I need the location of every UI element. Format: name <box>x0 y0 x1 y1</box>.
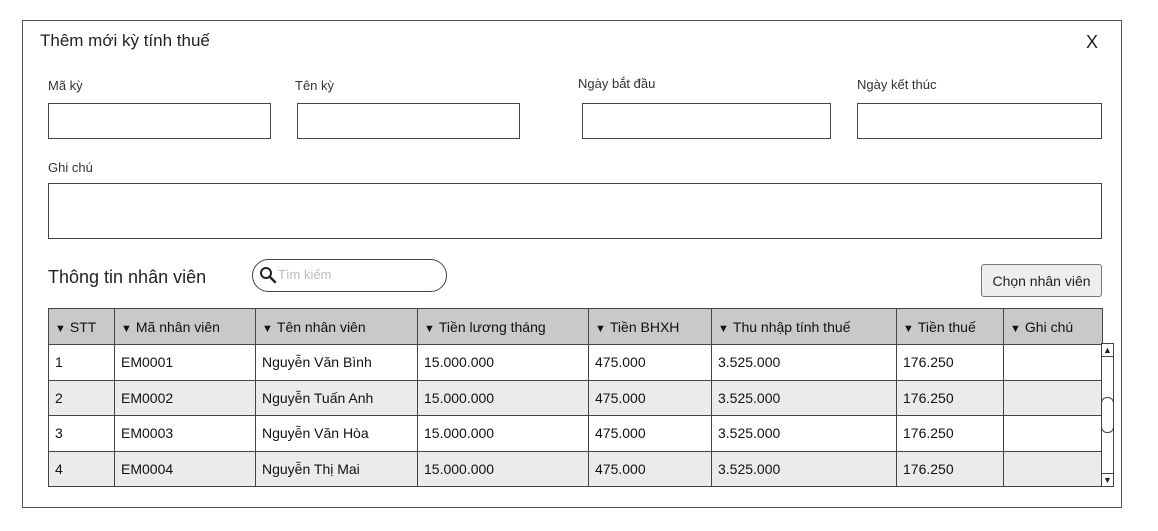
sort-arrow-icon: ▼ <box>55 322 66 335</box>
cell-employee-name: Nguyễn Tuấn Anh <box>255 380 418 416</box>
sort-arrow-icon: ▼ <box>424 322 435 335</box>
cell-stt: 4 <box>48 451 115 487</box>
sort-arrow-icon: ▼ <box>718 322 729 335</box>
search-placeholder: Tìm kiếm <box>278 267 332 282</box>
column-header-stt[interactable]: ▼ STT <box>48 308 115 345</box>
cell-note <box>1003 451 1103 487</box>
cell-tax-amount: 176.250 <box>896 451 1004 487</box>
cell-note <box>1003 380 1103 416</box>
period-name-label: Tên kỳ <box>295 78 335 93</box>
sort-arrow-icon: ▼ <box>903 322 914 335</box>
cell-social-insurance: 475.000 <box>588 344 712 381</box>
cell-tax-amount: 176.250 <box>896 415 1004 452</box>
employee-table: ▼ STT ▼ Mã nhân viên ▼ Tên nhân viên ▼ Tiền … <box>48 308 1103 487</box>
cell-monthly-salary: 15.000.000 <box>417 415 589 452</box>
cell-taxable-income: 3.525.000 <box>711 344 897 381</box>
table-row[interactable]: 4 EM0004 Nguyễn Thị Mai 15.000.000 475.0… <box>48 451 1103 487</box>
cell-tax-amount: 176.250 <box>896 380 1004 416</box>
column-header-monthly-salary[interactable]: ▼ Tiền lương tháng <box>417 308 589 345</box>
cell-employee-name: Nguyễn Thị Mai <box>255 451 418 487</box>
start-date-label: Ngày bắt đầu <box>578 76 656 91</box>
add-tax-period-dialog: Thêm mới kỳ tính thuế X Mã kỳ Tên kỳ Ngà… <box>22 20 1122 508</box>
cell-employee-code: EM0002 <box>114 380 256 416</box>
cell-employee-name: Nguyễn Văn Hòa <box>255 415 418 452</box>
cell-stt: 3 <box>48 415 115 452</box>
period-name-input[interactable] <box>297 103 520 139</box>
scroll-down-icon[interactable]: ▼ <box>1102 473 1113 486</box>
cell-taxable-income: 3.525.000 <box>711 380 897 416</box>
table-scrollbar[interactable]: ▲ ▼ <box>1101 343 1114 487</box>
end-date-input[interactable] <box>857 103 1102 139</box>
close-button[interactable]: X <box>1086 32 1098 53</box>
table-header-row: ▼ STT ▼ Mã nhân viên ▼ Tên nhân viên ▼ Tiền … <box>48 308 1103 345</box>
cell-monthly-salary: 15.000.000 <box>417 451 589 487</box>
cell-taxable-income: 3.525.000 <box>711 451 897 487</box>
table-row[interactable]: 2 EM0002 Nguyễn Tuấn Anh 15.000.000 475.… <box>48 380 1103 416</box>
column-header-employee-name[interactable]: ▼ Tên nhân viên <box>255 308 418 345</box>
sort-arrow-icon: ▼ <box>1010 322 1021 335</box>
column-header-employee-code[interactable]: ▼ Mã nhân viên <box>114 308 256 345</box>
cell-taxable-income: 3.525.000 <box>711 415 897 452</box>
cell-tax-amount: 176.250 <box>896 344 1004 381</box>
start-date-input[interactable] <box>582 103 831 139</box>
employee-search-input[interactable]: Tìm kiếm <box>252 259 447 292</box>
cell-monthly-salary: 15.000.000 <box>417 344 589 381</box>
cell-employee-name: Nguyễn Văn Bình <box>255 344 418 381</box>
note-textarea[interactable] <box>48 183 1102 239</box>
cell-stt: 1 <box>48 344 115 381</box>
table-row[interactable]: 3 EM0003 Nguyễn Văn Hòa 15.000.000 475.0… <box>48 415 1103 452</box>
sort-arrow-icon: ▼ <box>121 322 132 335</box>
search-icon <box>260 267 277 284</box>
scroll-up-icon[interactable]: ▲ <box>1102 344 1113 357</box>
sort-arrow-icon: ▼ <box>595 322 606 335</box>
choose-employee-button[interactable]: Chọn nhân viên <box>981 264 1102 297</box>
dialog-title: Thêm mới kỳ tính thuế <box>40 31 210 50</box>
column-header-tax-amount[interactable]: ▼ Tiền thuế <box>896 308 1004 345</box>
sort-arrow-icon: ▼ <box>262 322 273 335</box>
cell-social-insurance: 475.000 <box>588 415 712 452</box>
column-header-note[interactable]: ▼ Ghi chú <box>1003 308 1103 345</box>
cell-employee-code: EM0003 <box>114 415 256 452</box>
period-code-input[interactable] <box>48 103 271 139</box>
period-code-label: Mã kỳ <box>48 78 83 93</box>
note-label: Ghi chú <box>48 160 93 175</box>
cell-note <box>1003 344 1103 381</box>
cell-note <box>1003 415 1103 452</box>
scrollbar-thumb[interactable] <box>1101 397 1114 433</box>
column-header-taxable-income[interactable]: ▼ Thu nhập tính thuế <box>711 308 897 345</box>
cell-stt: 2 <box>48 380 115 416</box>
employee-section-title: Thông tin nhân viên <box>48 267 207 287</box>
cell-monthly-salary: 15.000.000 <box>417 380 589 416</box>
cell-employee-code: EM0004 <box>114 451 256 487</box>
end-date-label: Ngày kết thúc <box>857 77 937 92</box>
table-row[interactable]: 1 EM0001 Nguyễn Văn Bình 15.000.000 475.… <box>48 344 1103 381</box>
cell-social-insurance: 475.000 <box>588 451 712 487</box>
cell-social-insurance: 475.000 <box>588 380 712 416</box>
column-header-social-insurance[interactable]: ▼ Tiền BHXH <box>588 308 712 345</box>
cell-employee-code: EM0001 <box>114 344 256 381</box>
